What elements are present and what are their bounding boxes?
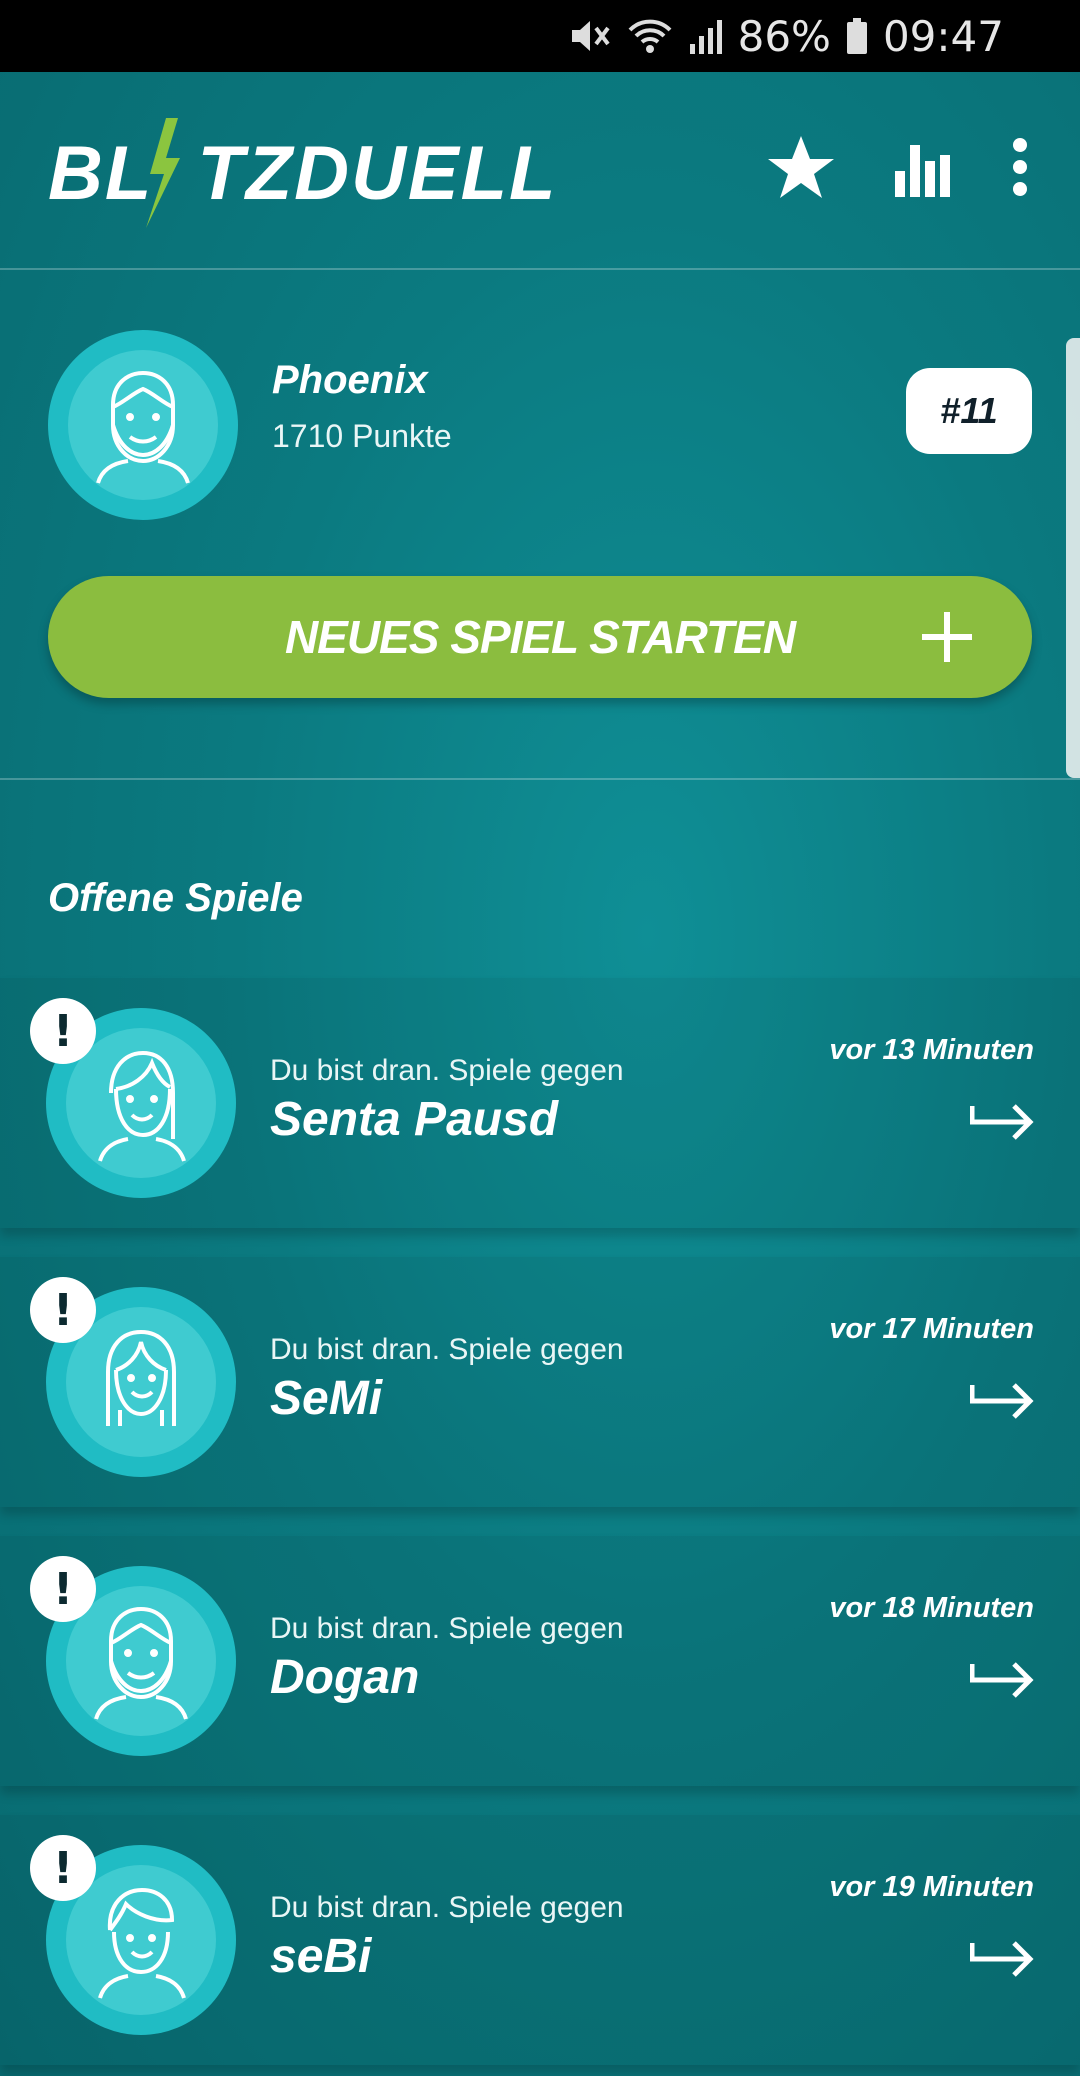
game-timestamp: vor 17 Minuten — [829, 1313, 1034, 1345]
open-game-item[interactable]: ! Du bist dran. Spiele gegen Senta Pausd… — [0, 978, 1080, 1228]
woman-long-hair-avatar-icon — [106, 1329, 176, 1426]
signal-icon — [688, 16, 724, 56]
status-bar: 86% 09:47 — [0, 0, 1080, 72]
game-subtitle: Du bist dran. Spiele gegen — [270, 1333, 624, 1366]
app-bar: BL TZDUELL — [0, 72, 1080, 270]
player-name: Phoenix — [272, 358, 428, 402]
opponent-name: Senta Pausd — [270, 1093, 559, 1146]
lightning-bolt-icon — [146, 118, 180, 228]
clock: 09:47 — [882, 11, 1004, 61]
young-man-avatar-icon — [98, 1887, 186, 1999]
arrow-right-icon — [970, 1941, 1034, 1977]
woman-avatar-icon — [98, 1050, 186, 1162]
battery-icon — [845, 16, 869, 56]
opponent-name: SeMi — [270, 1372, 383, 1425]
game-subtitle: Du bist dran. Spiele gegen — [270, 1891, 624, 1924]
battery-percent: 86% — [737, 11, 831, 61]
new-game-button[interactable]: NEUES SPIEL STARTEN — [48, 576, 1032, 698]
star-icon — [768, 136, 834, 198]
profile-section: Phoenix 1710 Punkte #11 NEUES SPIEL STAR… — [0, 270, 1080, 780]
bearded-man-avatar-icon — [94, 1606, 188, 1720]
plus-icon — [922, 612, 972, 662]
player-points: 1710 Punkte — [272, 418, 452, 454]
stats-icon — [895, 145, 950, 197]
game-subtitle: Du bist dran. Spiele gegen — [270, 1612, 624, 1645]
bearded-man-avatar-icon — [96, 370, 190, 484]
more-options-button[interactable] — [975, 122, 1065, 212]
favorites-button[interactable] — [756, 122, 846, 212]
profile-avatar[interactable] — [48, 330, 238, 520]
section-title-open-games: Offene Spiele — [48, 876, 303, 920]
open-game-item[interactable]: ! Du bist dran. Spiele gegen SeMi vor 17… — [0, 1257, 1080, 1507]
game-timestamp: vor 13 Minuten — [829, 1034, 1034, 1066]
arrow-right-icon — [970, 1662, 1034, 1698]
opponent-name: Dogan — [270, 1651, 420, 1704]
mute-icon — [568, 16, 612, 56]
game-timestamp: vor 19 Minuten — [829, 1871, 1034, 1903]
open-game-item[interactable]: ! Du bist dran. Spiele gegen Dogan vor 1… — [0, 1536, 1080, 1786]
game-timestamp: vor 18 Minuten — [829, 1592, 1034, 1624]
your-turn-alert-icon: ! — [30, 1277, 96, 1343]
open-game-item[interactable]: ! Du bist dran. Spiele gegen seBi vor 19… — [0, 1815, 1080, 2065]
app-logo: BL TZDUELL — [48, 118, 558, 228]
game-subtitle: Du bist dran. Spiele gegen — [270, 1054, 624, 1087]
your-turn-alert-icon: ! — [30, 998, 96, 1064]
logo-text-end: TZDUELL — [197, 131, 558, 216]
scrollbar[interactable] — [1066, 338, 1080, 778]
opponent-name: seBi — [270, 1930, 372, 1983]
new-game-label: NEUES SPIEL STARTEN — [284, 611, 796, 663]
statistics-button[interactable] — [878, 122, 968, 212]
rank-badge[interactable]: #11 — [906, 368, 1032, 454]
arrow-right-icon — [970, 1104, 1034, 1140]
your-turn-alert-icon: ! — [30, 1556, 96, 1622]
your-turn-alert-icon: ! — [30, 1835, 96, 1901]
arrow-right-icon — [970, 1383, 1034, 1419]
more-vert-icon — [1013, 138, 1027, 196]
wifi-icon — [626, 16, 674, 56]
